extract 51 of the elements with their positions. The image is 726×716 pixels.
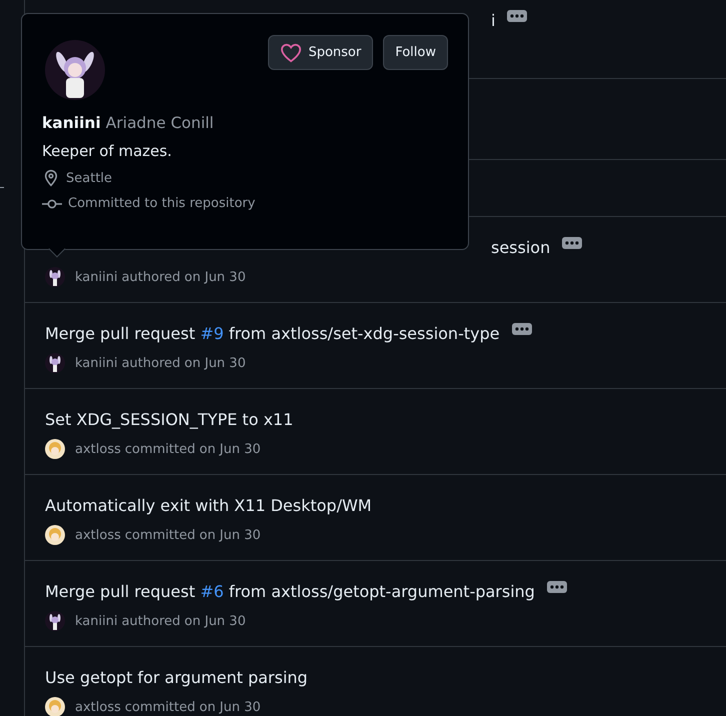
more-button[interactable] [507, 10, 528, 22]
commit-icon [42, 198, 62, 210]
commit-title[interactable]: session [491, 238, 550, 256]
commit-action: authored [122, 270, 180, 284]
user-full-name: Ariadne Conill [106, 114, 214, 132]
commit-action: authored [122, 356, 180, 370]
author-link[interactable]: kaniini [75, 356, 118, 370]
commit-date: on Jun 30 [199, 700, 261, 714]
author-link[interactable]: axtloss [75, 700, 121, 714]
commit-date: on Jun 30 [199, 528, 261, 542]
avatar[interactable] [45, 40, 105, 100]
commit-title[interactable]: Merge pull request [45, 324, 200, 342]
commit-title[interactable]: Set XDG_SESSION_TYPE to x11 [45, 410, 294, 428]
commit-action: committed [124, 700, 196, 714]
commit-date: on Jun 30 [184, 614, 246, 628]
commit-action: committed [124, 528, 196, 542]
user-location: Seattle [66, 170, 112, 186]
author-link[interactable]: kaniini [75, 614, 118, 628]
author-link[interactable]: axtloss [75, 528, 121, 542]
avatar[interactable] [45, 611, 65, 631]
repository-note: Committed to this repository [68, 196, 256, 211]
commit-action: authored [122, 614, 180, 628]
commit-date: on Jun 30 [184, 356, 246, 370]
commit-title[interactable]: Use getopt for argument parsing [45, 668, 308, 686]
user-bio: Keeper of mazes. [42, 142, 173, 160]
avatar[interactable] [45, 697, 65, 716]
more-button[interactable] [546, 581, 567, 593]
commit-title[interactable]: i [491, 10, 496, 30]
commit-title[interactable]: Merge pull request [45, 582, 200, 600]
commit-title[interactable]: from axtloss/set-xdg-session-type [224, 324, 500, 342]
user-login[interactable]: kaniini [42, 114, 101, 132]
author-link[interactable]: kaniini [75, 270, 118, 284]
timeline-tick [0, 187, 4, 188]
commit-date: on Jun 30 [184, 270, 246, 284]
sponsor-button[interactable]: Sponsor [268, 35, 374, 70]
commit-action: committed [124, 442, 196, 456]
avatar[interactable] [45, 353, 65, 373]
avatar[interactable] [45, 439, 65, 459]
more-button[interactable] [562, 237, 582, 249]
commit-title[interactable]: Automatically exit with X11 Desktop/WM [45, 496, 372, 514]
pull-request-link[interactable]: #6 [200, 582, 224, 600]
commit-title[interactable]: from axtloss/getopt-argument-parsing [224, 582, 535, 600]
location-icon [42, 169, 60, 187]
author-link[interactable]: axtloss [75, 442, 121, 456]
follow-button[interactable]: Follow [383, 35, 448, 70]
heart-icon [280, 42, 302, 62]
more-button[interactable] [512, 323, 532, 335]
pull-request-link[interactable]: #9 [200, 324, 224, 342]
commit-date: on Jun 30 [199, 442, 261, 456]
avatar[interactable] [45, 267, 65, 287]
avatar[interactable] [45, 525, 65, 545]
